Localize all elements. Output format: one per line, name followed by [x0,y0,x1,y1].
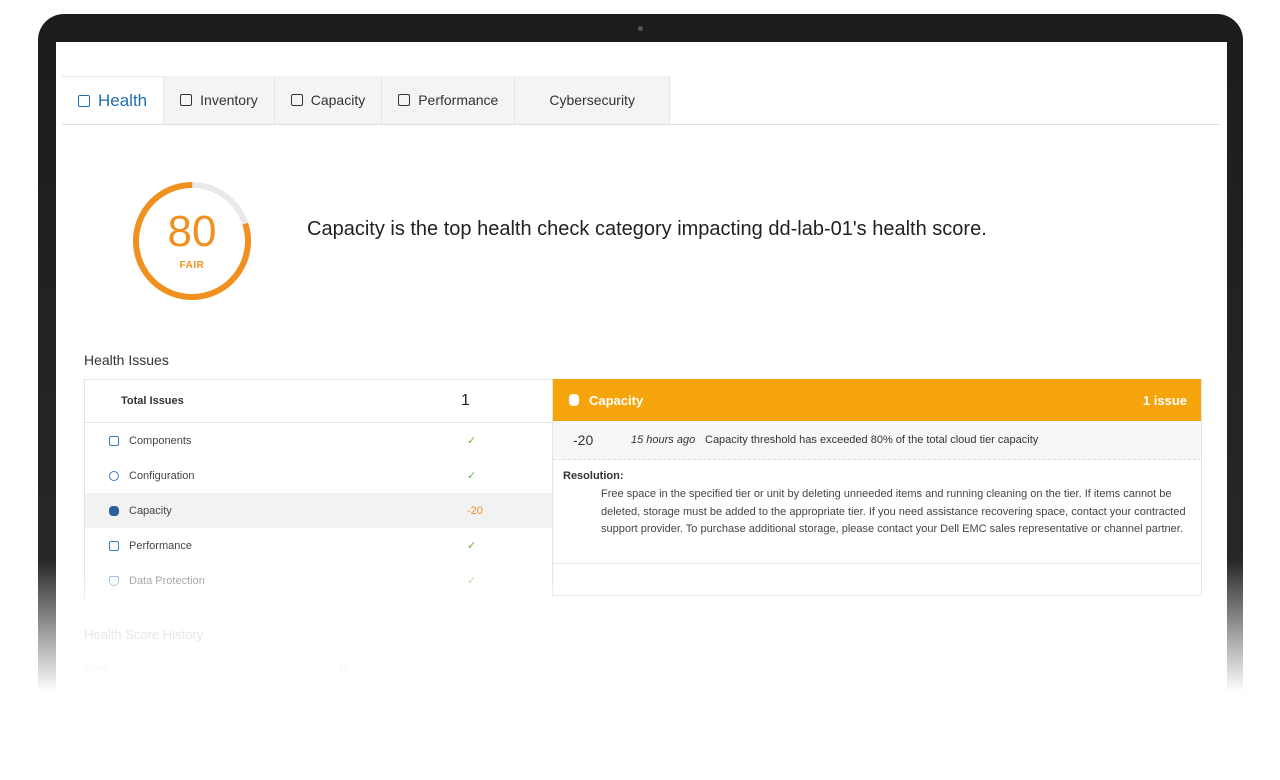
detail-footer [553,563,1201,596]
camera-dot [638,26,643,31]
history-from-label: From [84,664,110,676]
issue-score: -20 [573,432,594,448]
capacity-icon [290,94,303,106]
tab-capacity-label: Capacity [310,92,366,108]
resolution-label: Resolution: [563,470,624,482]
history-to-label: To [338,664,350,676]
detail-title: Capacity [589,392,644,408]
issue-row-capacity[interactable]: Capacity -20 [85,493,553,528]
issue-row-label: Capacity [129,504,172,517]
issue-row-score: -20 [467,504,483,517]
tab-performance-label: Performance [418,92,499,108]
tab-capacity[interactable]: Capacity [274,76,383,124]
app-screen: Health Inventory Capacity Performance Cy… [56,42,1227,742]
total-issues-label: Total Issues [121,395,184,407]
health-icon [78,94,90,107]
total-issues-count: 1 [461,392,470,409]
issue-message: Capacity threshold has exceeded 80% of t… [705,434,1039,446]
tab-performance[interactable]: Performance [382,76,516,124]
tab-inventory[interactable]: Inventory [164,76,275,124]
issue-row-label: Configuration [129,469,195,482]
check-icon: ✓ [467,540,477,552]
health-score-label: FAIR [179,260,205,271]
tab-health-label: Health [98,90,148,110]
performance-icon [398,94,411,106]
history-to-input[interactable] [362,660,522,679]
health-score-value: 80 [167,207,217,256]
database-icon [569,394,579,406]
health-score-history-title: Health Score History [84,627,204,642]
check-icon: ✓ [467,575,477,587]
issue-row-label: Data Protection [129,574,205,587]
total-issues-row: Total Issues 1 [85,379,553,423]
history-from-input[interactable] [124,660,304,679]
issue-row-components[interactable]: Components ✓ [85,423,553,458]
shield-icon [109,575,119,586]
issue-row-performance[interactable]: Performance ✓ [85,528,553,563]
inventory-icon [180,94,193,106]
tab-cybersecurity-label: Cybersecurity [549,92,635,108]
resolution-text: Free space in the specified tier or unit… [601,488,1186,535]
check-icon: ✓ [467,470,477,482]
tab-inventory-label: Inventory [200,92,258,108]
health-issues-title: Health Issues [84,352,169,368]
issue-row-label: Performance [129,539,192,552]
tab-bar: Health Inventory Capacity Performance Cy… [62,76,1220,125]
detail-header: Capacity 1 issue [553,379,1201,421]
tab-health[interactable]: Health [62,76,165,124]
configuration-icon [109,470,119,481]
components-icon [109,435,119,446]
check-icon: ✓ [467,435,477,447]
performance-icon [109,540,119,551]
health-issues-list: Total Issues 1 Components ✓ Configuratio… [84,379,553,599]
issue-timestamp: 15 hours ago [631,434,696,446]
issue-row-configuration[interactable]: Configuration ✓ [85,458,553,493]
capacity-detail-panel: Capacity 1 issue -20 15 hours ago Capaci… [552,379,1202,596]
issue-row-data-protection[interactable]: Data Protection ✓ [85,563,553,598]
capacity-icon [109,505,119,516]
health-headline: Capacity is the top health check categor… [307,218,987,240]
detail-issue-count: 1 issue [1142,392,1187,408]
issue-row-label: Components [129,434,192,447]
tab-cybersecurity[interactable]: Cybersecurity [515,76,670,124]
issue-entry[interactable]: -20 15 hours ago Capacity threshold has … [553,421,1201,460]
